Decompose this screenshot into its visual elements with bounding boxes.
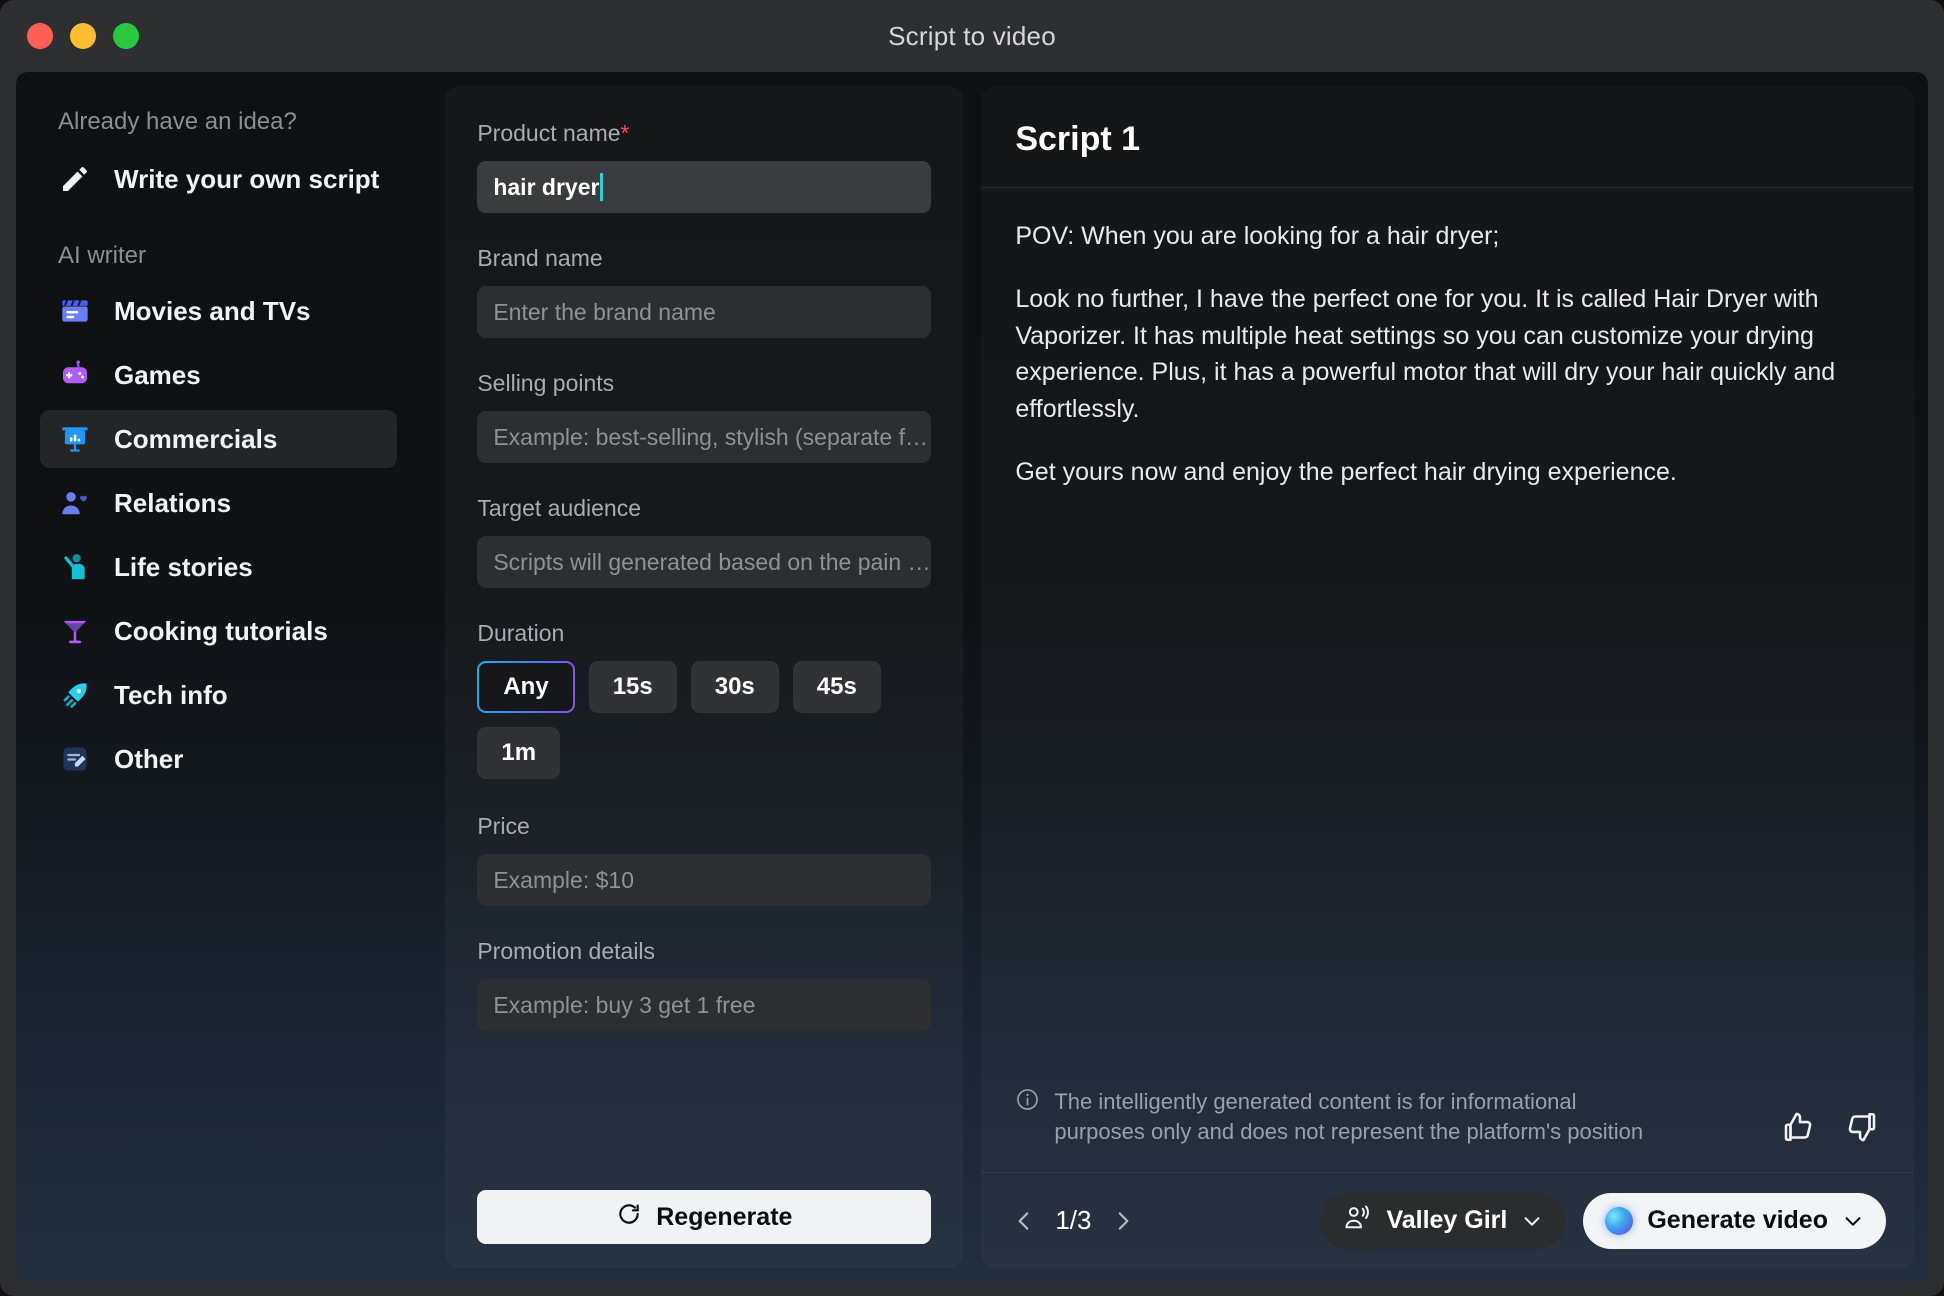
duration-option-45s[interactable]: 45s — [792, 661, 881, 713]
script-action-bar: 1/3 Valley Girl Generate video — [981, 1172, 1914, 1268]
sidebar-item-label: Tech info — [114, 679, 228, 710]
note-edit-icon — [58, 742, 92, 776]
title-bar: Script to video — [0, 0, 1944, 72]
rocket-icon — [58, 678, 92, 712]
thumbs-down-icon[interactable] — [1844, 1109, 1880, 1150]
product-name-label: Product name* — [477, 120, 931, 147]
sidebar-item-label: Other — [114, 743, 184, 774]
chevron-left-icon[interactable] — [1011, 1208, 1037, 1234]
ai-orb-icon — [1605, 1206, 1634, 1235]
sidebar-item-write-your-own-script[interactable]: Write your own script — [40, 150, 397, 208]
chevron-right-icon[interactable] — [1110, 1208, 1136, 1234]
gamepad-icon — [58, 358, 92, 392]
brand-name-label: Brand name — [477, 245, 603, 271]
sidebar-item-label: Cooking tutorials — [114, 615, 328, 646]
script-pager: 1/3 — [1011, 1205, 1135, 1236]
sidebar-item-relations[interactable]: Relations — [40, 474, 397, 532]
thumbs-up-icon[interactable] — [1780, 1109, 1816, 1150]
regenerate-button[interactable]: Regenerate — [477, 1190, 932, 1244]
sidebar-item-label: Commercials — [114, 423, 278, 454]
duration-option-30s[interactable]: 30s — [690, 661, 779, 713]
script-title: Script 1 — [1015, 120, 1141, 158]
sidebar-item-games[interactable]: Games — [40, 346, 397, 404]
sidebar-item-tech-info[interactable]: Tech info — [40, 666, 397, 724]
window-title: Script to video — [888, 20, 1056, 51]
product-name-label-text: Product name — [477, 120, 621, 146]
feedback-controls — [1780, 1087, 1880, 1150]
disclaimer-text: The intelligently generated content is f… — [1054, 1089, 1644, 1144]
text-caret — [600, 173, 604, 201]
promotion-details-input[interactable]: Example: buy 3 get 1 free — [477, 979, 932, 1031]
people-heart-icon — [58, 486, 92, 520]
voice-selector-button[interactable]: Valley Girl — [1320, 1192, 1566, 1249]
sidebar-item-life-stories[interactable]: Life stories — [40, 538, 397, 596]
info-icon — [1015, 1087, 1040, 1146]
script-paragraph: Get yours now and enjoy the perfect hair… — [1015, 457, 1677, 486]
script-paragraph: POV: When you are looking for a hair dry… — [1015, 222, 1500, 250]
generate-video-button[interactable]: Generate video — [1583, 1192, 1886, 1249]
script-form-panel: Product name* hair dryer Brand name Ente… — [445, 86, 963, 1268]
script-preview-panel: Script 1 POV: When you are looking for a… — [981, 86, 1914, 1268]
duration-label: Duration — [477, 620, 565, 646]
required-marker: * — [620, 120, 630, 146]
script-text-body[interactable]: POV: When you are looking for a hair dry… — [981, 188, 1914, 1087]
disclaimer: The intelligently generated content is f… — [1015, 1087, 1655, 1146]
script-paragraph: Look no further, I have the perfect one … — [1015, 284, 1836, 423]
voice-label: Valley Girl — [1386, 1206, 1508, 1234]
script-footer: The intelligently generated content is f… — [981, 1087, 1914, 1172]
sidebar-heading-ai-writer: AI writer — [58, 242, 147, 269]
sidebar-item-label: Games — [114, 359, 201, 390]
price-label: Price — [477, 813, 530, 839]
duration-option-1m[interactable]: 1m — [477, 727, 561, 779]
app-window: Script to video Already have an idea? Wr… — [0, 0, 1944, 1296]
sidebar-item-movies-and-tvs[interactable]: Movies and TVs — [40, 282, 397, 340]
sidebar-item-other[interactable]: Other — [40, 730, 397, 788]
duration-option-any[interactable]: Any — [477, 661, 574, 713]
product-name-value: hair dryer — [493, 173, 600, 200]
target-audience-label: Target audience — [477, 495, 642, 521]
chevron-down-icon[interactable] — [1842, 1210, 1864, 1232]
selling-points-input[interactable]: Example: best-selling, stylish (separate… — [477, 411, 932, 463]
generate-video-label: Generate video — [1647, 1206, 1828, 1234]
sidebar-item-label: Write your own script — [114, 163, 380, 194]
sidebar-item-cooking-tutorials[interactable]: Cooking tutorials — [40, 602, 397, 660]
sidebar-item-commercials[interactable]: Commercials — [40, 410, 398, 468]
script-header: Script 1 — [981, 86, 1914, 188]
chevron-down-icon — [1521, 1210, 1543, 1232]
presentation-icon — [58, 422, 92, 456]
refresh-icon — [616, 1201, 642, 1234]
duration-options: Any 15s 30s 45s 1m — [477, 661, 931, 779]
sidebar: Already have an idea? Write your own scr… — [16, 86, 427, 1268]
product-name-input[interactable]: hair dryer — [477, 161, 932, 213]
sidebar-heading-idea: Already have an idea? — [58, 108, 297, 135]
voice-person-icon — [1342, 1203, 1372, 1238]
sidebar-item-label: Relations — [114, 487, 232, 518]
clapperboard-icon — [58, 294, 92, 328]
sidebar-item-label: Life stories — [114, 551, 253, 582]
pencil-icon — [58, 162, 92, 196]
selling-points-label: Selling points — [477, 370, 615, 396]
sidebar-item-label: Movies and TVs — [114, 295, 311, 326]
regenerate-label: Regenerate — [656, 1202, 793, 1231]
cocktail-icon — [58, 614, 92, 648]
brand-name-input[interactable]: Enter the brand name — [477, 286, 932, 338]
price-input[interactable]: Example: $10 — [477, 854, 932, 906]
duration-option-15s[interactable]: 15s — [588, 661, 677, 713]
page-count: 1/3 — [1055, 1205, 1092, 1235]
person-wave-icon — [58, 550, 92, 584]
app-body: Already have an idea? Write your own scr… — [16, 72, 1928, 1282]
promotion-details-label: Promotion details — [477, 938, 656, 964]
target-audience-input[interactable]: Scripts will generated based on the pain… — [477, 536, 932, 588]
